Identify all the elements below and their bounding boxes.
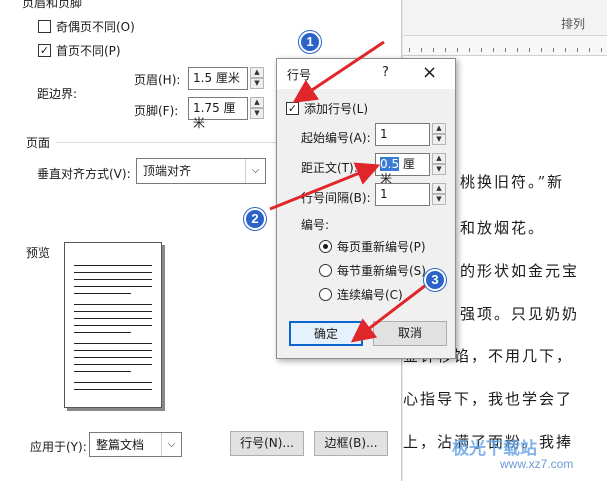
step-badge-1: 1 xyxy=(299,31,321,53)
add-line-numbers-checkbox[interactable]: ✓ xyxy=(286,102,299,115)
restart-each-section-radio[interactable] xyxy=(319,264,332,277)
dialog-title: 行号 xyxy=(287,68,312,82)
ok-button[interactable]: 确定 xyxy=(289,321,363,346)
step-badge-3: 3 xyxy=(424,269,446,291)
document-text-line: 的形状如金元宝 xyxy=(460,262,580,280)
document-text-line: 桃换旧符。”新 xyxy=(460,173,565,191)
restart-each-page-label[interactable]: 每页重新编号(P) xyxy=(337,238,426,255)
header-distance-spinner[interactable]: ▲ ▼ xyxy=(250,67,264,90)
vertical-align-label: 垂直对齐方式(V): xyxy=(37,167,131,181)
footer-distance-input[interactable]: 1.75 厘米 xyxy=(188,97,248,130)
page-section-heading: 页面 xyxy=(26,136,51,150)
preview-heading: 预览 xyxy=(26,246,51,260)
restart-each-page-radio[interactable] xyxy=(319,240,332,253)
header-distance-input[interactable]: 1.5 厘米 xyxy=(188,67,248,90)
apply-to-select[interactable]: 整篇文档 ⌵ xyxy=(89,432,182,457)
count-by-input[interactable]: 1 xyxy=(375,183,430,206)
line-numbers-button[interactable]: 行号(N)... xyxy=(230,431,304,456)
header-distance-label: 页眉(H): xyxy=(134,73,181,87)
start-at-input[interactable]: 1 xyxy=(375,123,430,146)
horizontal-ruler xyxy=(403,36,607,56)
odd-even-label[interactable]: 奇偶页不同(O) xyxy=(56,18,135,35)
first-page-checkbox[interactable]: ✓ xyxy=(38,44,51,57)
chevron-down-icon: ⌵ xyxy=(161,433,181,456)
watermark-url: www.xz7.com xyxy=(500,457,574,471)
dialog-title-bar: 行号 ? × xyxy=(277,59,455,89)
from-text-selected-value: 0.5 xyxy=(380,157,400,171)
from-text-input[interactable]: 0.5 厘米 xyxy=(375,153,430,186)
from-text-label: 距正文(T): xyxy=(301,161,358,175)
restart-each-section-label[interactable]: 每节重新编号(S) xyxy=(337,262,426,279)
apply-to-label: 应用于(Y): xyxy=(30,440,87,454)
vertical-align-select[interactable]: 顶端对齐 ⌵ xyxy=(136,158,266,184)
vertical-align-value: 顶端对齐 xyxy=(143,164,192,178)
cancel-button[interactable]: 取消 xyxy=(373,321,447,346)
odd-even-checkbox[interactable] xyxy=(38,20,51,33)
from-text-spinner[interactable]: ▲ ▼ xyxy=(432,153,446,176)
ribbon: 排列 xyxy=(403,0,607,36)
numbering-heading: 编号: xyxy=(301,218,330,232)
start-at-spinner[interactable]: ▲ ▼ xyxy=(432,123,446,146)
from-edge-label: 距边界: xyxy=(37,87,78,101)
page-preview xyxy=(64,242,162,408)
count-by-label: 行号间隔(B): xyxy=(301,191,371,205)
watermark-logo-text: 极光下载站 xyxy=(452,439,537,458)
chevron-down-icon: ⌵ xyxy=(245,159,265,183)
arrange-group-label: 排列 xyxy=(561,17,586,31)
document-text-line: 心指导下，我也学会了 xyxy=(403,390,574,408)
count-by-spinner[interactable]: ▲ ▼ xyxy=(432,183,446,206)
document-text-line: 强项。只见奶奶 xyxy=(460,305,580,323)
apply-to-value: 整篇文档 xyxy=(96,438,145,452)
header-footer-heading: 页眉和页脚 xyxy=(22,0,83,10)
start-at-label: 起始编号(A): xyxy=(301,131,371,145)
add-line-numbers-label[interactable]: 添加行号(L) xyxy=(304,100,368,117)
continuous-label[interactable]: 连续编号(C) xyxy=(337,286,403,303)
section-divider xyxy=(56,142,276,143)
footer-distance-label: 页脚(F): xyxy=(134,104,179,118)
footer-distance-spinner[interactable]: ▲ ▼ xyxy=(250,97,264,120)
borders-button[interactable]: 边框(B)... xyxy=(314,431,388,456)
line-numbers-dialog: 行号 ? × ✓ 添加行号(L) 起始编号(A): 1 ▲ ▼ 距正文(T): 0… xyxy=(276,58,456,359)
help-icon[interactable]: ? xyxy=(382,65,389,80)
continuous-radio[interactable] xyxy=(319,288,332,301)
step-badge-2: 2 xyxy=(244,208,266,230)
document-text-line: 和放烟花。 xyxy=(460,219,546,237)
first-page-label[interactable]: 首页不同(P) xyxy=(56,42,121,59)
close-icon[interactable]: × xyxy=(422,62,437,83)
